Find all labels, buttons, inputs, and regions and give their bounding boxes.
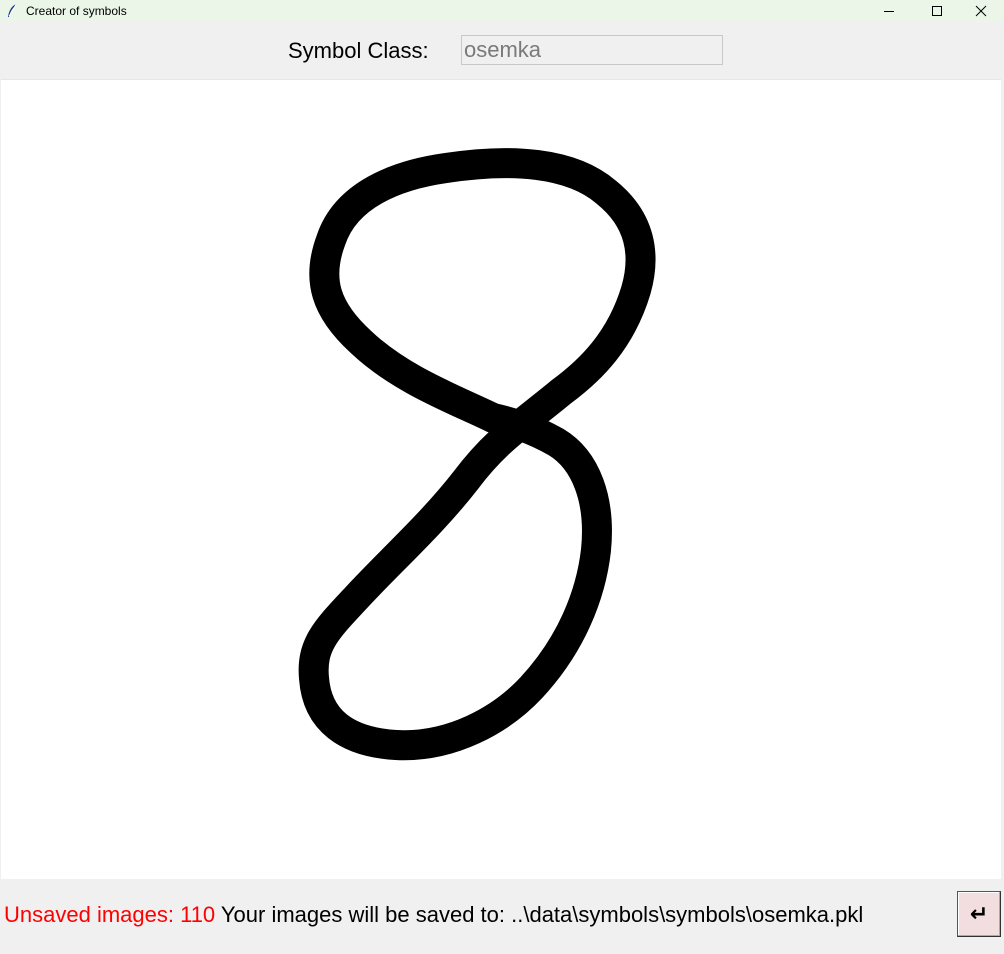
feather-icon xyxy=(5,3,19,19)
symbol-class-label: Symbol Class: xyxy=(288,38,429,63)
title-bar[interactable]: Creator of symbols xyxy=(0,0,1004,22)
maximize-icon xyxy=(931,5,943,17)
symbol-stroke xyxy=(298,148,656,761)
minimize-icon xyxy=(883,5,895,17)
unsaved-count: Unsaved images: 110 xyxy=(4,902,216,927)
footer-bar: Unsaved images: 110 Your images will be … xyxy=(0,880,1004,954)
app-window: Creator of symbols Symbol Class: osemka … xyxy=(0,0,1004,954)
submit-button[interactable]: ↵ xyxy=(957,891,1001,937)
window-title: Creator of symbols xyxy=(26,4,127,18)
symbol-class-field[interactable] xyxy=(461,35,723,65)
enter-return-icon: ↵ xyxy=(969,901,989,927)
status-line: Unsaved images: 110 Your images will be … xyxy=(4,902,863,928)
save-path-text: Your images will be saved to: ..\data\sy… xyxy=(215,902,864,927)
drawn-symbol xyxy=(298,148,656,761)
header-bar: Symbol Class: xyxy=(0,22,1004,78)
close-button[interactable] xyxy=(958,0,1004,22)
minimize-button[interactable] xyxy=(866,0,912,22)
close-icon xyxy=(975,5,987,17)
drawing-canvas[interactable] xyxy=(1,79,1001,879)
maximize-button[interactable] xyxy=(914,0,960,22)
